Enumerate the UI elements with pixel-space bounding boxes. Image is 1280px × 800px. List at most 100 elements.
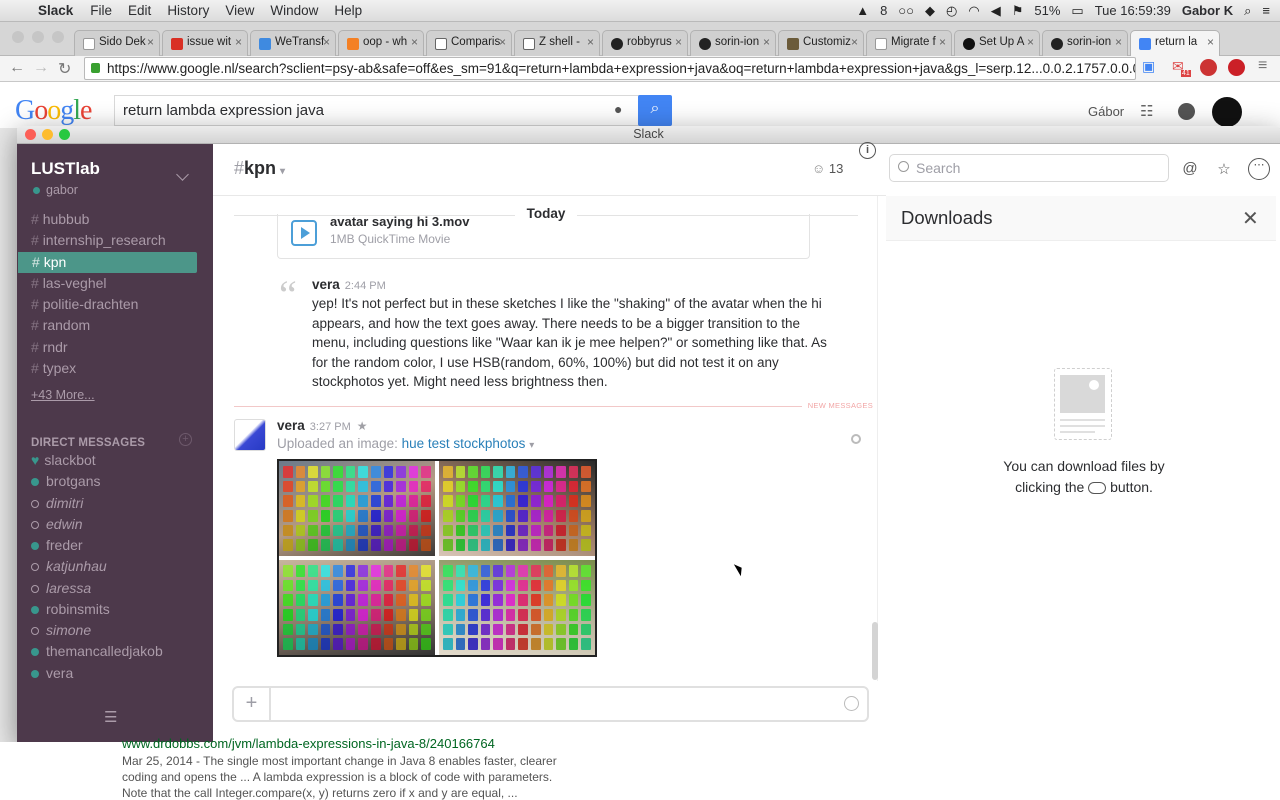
slack-close-button[interactable] xyxy=(25,129,36,140)
address-bar[interactable]: https://www.google.nl/search?sclient=psy… xyxy=(84,57,1136,80)
volume-icon[interactable]: ◀ xyxy=(991,3,1001,19)
close-icon[interactable]: × xyxy=(1207,35,1214,49)
quick-switcher-icon[interactable]: ☰ xyxy=(104,708,117,726)
image-thumbnail[interactable] xyxy=(277,459,597,657)
menu-help[interactable]: Help xyxy=(326,3,370,18)
browser-minimize-button[interactable] xyxy=(32,31,44,43)
dm-item-slackbot[interactable]: ♥ slackbot xyxy=(31,452,211,473)
close-icon[interactable]: × xyxy=(851,35,858,49)
menu-view[interactable]: View xyxy=(217,3,262,18)
channel-item-kpn[interactable]: # kpn xyxy=(18,252,197,273)
browser-tab-active[interactable]: return la × xyxy=(1130,30,1220,56)
battery-icon[interactable]: ▭ xyxy=(1071,3,1083,19)
translate-icon[interactable]: ▣ xyxy=(1142,58,1155,75)
close-icon[interactable]: × xyxy=(323,35,330,49)
menu-file[interactable]: File xyxy=(82,3,120,18)
close-icon[interactable]: × xyxy=(1027,35,1034,49)
slack-zoom-button[interactable] xyxy=(59,129,70,140)
close-icon[interactable]: × xyxy=(587,35,594,49)
channel-item-internship-research[interactable]: # internship_research xyxy=(17,230,213,251)
direct-messages-header[interactable]: DIRECT MESSAGES xyxy=(31,437,145,449)
message-author[interactable]: vera xyxy=(312,277,340,292)
browser-tab[interactable]: Customiz × xyxy=(778,30,864,56)
browser-tab[interactable]: Comparis × xyxy=(426,30,512,56)
wifi-icon[interactable]: ◠ xyxy=(968,3,979,19)
channel-info-icon[interactable]: i xyxy=(859,142,876,159)
notification-center-icon[interactable]: ≡ xyxy=(1262,3,1270,18)
adobe-icon[interactable]: ▲ xyxy=(856,3,869,18)
menubar-user[interactable]: Gabor K xyxy=(1182,3,1233,18)
dm-item-vera[interactable]: vera xyxy=(31,665,211,686)
dm-item-freder[interactable]: freder xyxy=(31,537,211,558)
close-icon[interactable]: × xyxy=(763,35,770,49)
google-search-button[interactable]: ⌕ xyxy=(638,95,672,126)
browser-tab[interactable]: issue wit × xyxy=(162,30,248,56)
close-icon[interactable]: ✕ xyxy=(1242,206,1259,231)
image-link[interactable]: hue test stockphotos xyxy=(402,436,526,451)
dm-item-katjunhau[interactable]: katjunhau xyxy=(31,558,211,579)
team-menu-chevron-icon[interactable] xyxy=(176,168,189,181)
play-icon[interactable] xyxy=(291,220,317,246)
dm-item-themancalledjakob[interactable]: themancalledjakob xyxy=(31,643,211,664)
browser-tab[interactable]: WeTransf × xyxy=(250,30,336,56)
apps-icon[interactable]: ☷ xyxy=(1140,102,1153,120)
channel-item-typex[interactable]: # typex xyxy=(17,358,213,379)
star-icon[interactable]: ★ xyxy=(357,419,368,433)
forward-icon[interactable]: → xyxy=(33,59,49,77)
channel-item-politie-drachten[interactable]: # politie-drachten xyxy=(17,294,213,315)
channel-header-title[interactable]: #kpn ▾ xyxy=(234,158,285,179)
close-icon[interactable]: × xyxy=(147,35,154,49)
browser-zoom-button[interactable] xyxy=(52,31,64,43)
reload-icon[interactable]: ↻ xyxy=(58,59,71,79)
profile-avatar[interactable] xyxy=(1212,97,1242,127)
browser-close-button[interactable] xyxy=(12,31,24,43)
starred-items-icon[interactable]: ☆ xyxy=(1214,160,1234,180)
message-input[interactable]: + xyxy=(232,686,869,722)
browser-tab[interactable]: sorin-ion × xyxy=(690,30,776,56)
close-icon[interactable]: × xyxy=(411,35,418,49)
dm-item-dimitri[interactable]: dimitri xyxy=(31,495,211,516)
channel-item-hubbub[interactable]: # hubbub xyxy=(17,209,213,230)
dm-item-robinsmits[interactable]: robinsmits xyxy=(31,601,211,622)
search-input[interactable]: Search xyxy=(889,154,1169,182)
menu-edit[interactable]: Edit xyxy=(120,3,159,18)
clock-icon[interactable]: ◴ xyxy=(946,3,957,19)
channel-item-random[interactable]: # random xyxy=(17,315,213,336)
microphone-icon[interactable]: ● xyxy=(614,101,622,117)
back-icon[interactable]: ← xyxy=(9,59,25,77)
browser-tab[interactable]: Migrate f × xyxy=(866,30,952,56)
message-timestamp[interactable]: 2:44 PM xyxy=(345,280,386,292)
google-logo[interactable]: Google xyxy=(15,95,92,127)
google-search-input[interactable]: return lambda expression java xyxy=(114,95,642,126)
dm-item-simone[interactable]: simone xyxy=(31,622,211,643)
browser-tab[interactable]: Set Up A × xyxy=(954,30,1040,56)
spotlight-icon[interactable]: ⌕ xyxy=(1244,3,1251,19)
close-icon[interactable]: × xyxy=(235,35,242,49)
more-options-icon[interactable]: ⋯ xyxy=(1248,158,1270,180)
mentions-icon[interactable]: @ xyxy=(1180,160,1200,180)
slack-minimize-button[interactable] xyxy=(42,129,53,140)
chrome-menu-icon[interactable]: ≡ xyxy=(1258,57,1267,75)
adblock-icon[interactable] xyxy=(1200,59,1217,76)
dropbox-icon[interactable]: ◆ xyxy=(925,3,935,19)
message-author[interactable]: vera xyxy=(277,418,305,433)
dm-item-brotgans[interactable]: brotgans xyxy=(31,473,211,494)
notifications-icon[interactable] xyxy=(1178,103,1195,120)
pinterest-icon[interactable] xyxy=(1228,59,1245,76)
gear-icon[interactable] xyxy=(851,434,861,444)
menu-history[interactable]: History xyxy=(159,3,217,18)
close-icon[interactable]: × xyxy=(939,35,946,49)
dm-item-laressa[interactable]: laressa xyxy=(31,580,211,601)
scrollbar[interactable] xyxy=(872,622,878,680)
channel-item-las-veghel[interactable]: # las-veghel xyxy=(17,273,213,294)
emoji-icon[interactable] xyxy=(844,696,859,711)
glasses-icon[interactable]: ○○ xyxy=(898,3,914,18)
channel-item-rndr[interactable]: # rndr xyxy=(17,337,213,358)
browser-tab[interactable]: Sido Dek × xyxy=(74,30,160,56)
browser-tab[interactable]: oop - wh × xyxy=(338,30,424,56)
team-name[interactable]: LUSTlab xyxy=(31,159,100,179)
dm-item-edwin[interactable]: edwin xyxy=(31,516,211,537)
menu-window[interactable]: Window xyxy=(262,3,326,18)
flag-icon[interactable]: ⚑ xyxy=(1012,3,1024,19)
attach-plus-button[interactable]: + xyxy=(234,688,271,720)
